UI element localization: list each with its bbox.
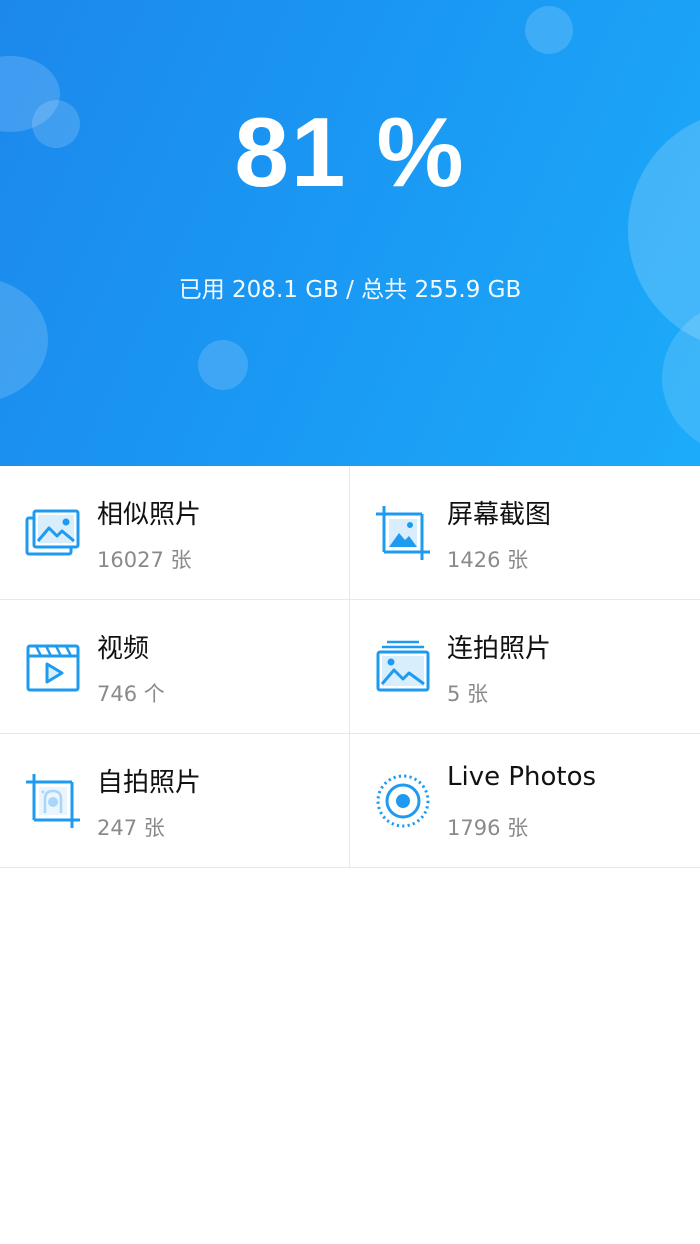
screenshot-icon [376,506,430,560]
decor-bubble [198,340,248,390]
burst-photos-icon [376,640,430,692]
category-burst-photos[interactable]: 连拍照片 5 张 [350,600,700,734]
storage-usage-text: 已用 208.1 GB / 总共 255.9 GB [178,277,522,303]
category-title: Live Photos [447,762,597,792]
storage-header: 81 % 已用 208.1 GB / 总共 255.9 GB [0,0,700,466]
category-count: 1426 张 [447,548,529,572]
category-title: 屏幕截图 [447,500,552,530]
category-count: 247 张 [97,816,165,840]
category-title: 自拍照片 [97,768,202,798]
category-title: 连拍照片 [447,634,552,664]
decor-bubble [525,6,573,54]
similar-photos-icon [25,509,80,556]
category-videos[interactable]: 视频 746 个 [0,600,350,734]
category-live-photos[interactable]: Live Photos 1796 张 [350,734,700,868]
category-count: 746 个 [97,682,165,706]
category-screenshots[interactable]: 屏幕截图 1426 张 [350,466,700,600]
category-count: 1796 张 [447,816,529,840]
category-grid: 相似照片 16027 张 屏幕截图 1426 张 视频 746 个 连拍照片 5… [0,466,700,868]
category-selfies[interactable]: 自拍照片 247 张 [0,734,350,868]
category-title: 相似照片 [97,500,202,530]
live-photos-icon [376,774,430,828]
storage-percent: 81 % [234,97,466,207]
category-similar-photos[interactable]: 相似照片 16027 张 [0,466,350,600]
category-count: 16027 张 [97,548,192,572]
selfie-icon [26,774,80,828]
category-count: 5 张 [447,682,489,706]
video-icon [26,644,80,692]
category-title: 视频 [97,634,150,664]
